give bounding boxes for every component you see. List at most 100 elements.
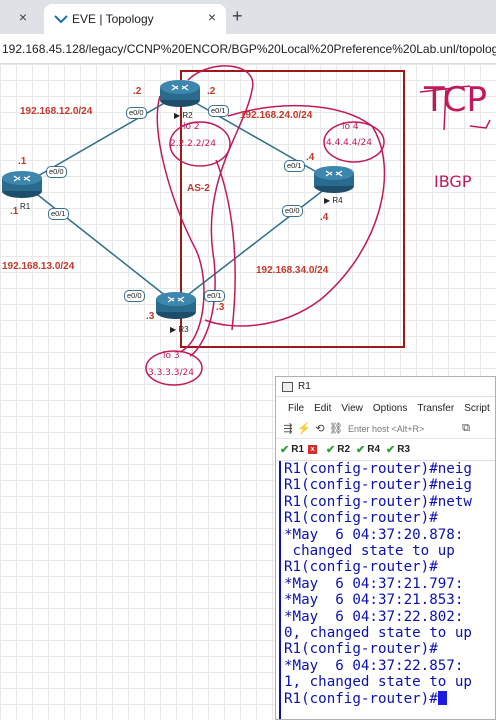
r3-node-name[interactable]: ▶ R3 [170, 325, 189, 334]
r4-host-dot: .4 [306, 152, 315, 163]
ink-lo4-name: lo 4 [342, 122, 359, 132]
terminal-line: R1(config-router)#neig [284, 477, 472, 494]
ink-ibgp: IBGP [434, 172, 472, 191]
terminal-window[interactable]: R1 File Edit View Options Transfer Scrip… [275, 376, 496, 720]
net-label-r2-r4: 192.168.24.0/24 [240, 110, 313, 121]
menu-view[interactable]: View [341, 403, 363, 414]
session-tab-r4[interactable]: ✔ R4 [356, 443, 380, 456]
r1-host-dot: .1 [18, 156, 27, 167]
close-session-icon[interactable]: x [308, 445, 318, 454]
terminal-line: R1(config-router)# [284, 510, 438, 527]
ink-lo4-addr: 4.4.4.4/24 [326, 138, 372, 148]
r1-node-name[interactable]: R1 [20, 202, 30, 211]
port-r1-e01[interactable]: e0/1 [48, 208, 69, 220]
connected-check-icon: ✔ [326, 444, 336, 456]
terminal-line: changed state to up [284, 543, 455, 560]
close-tab-icon[interactable]: × [14, 8, 32, 26]
menu-script[interactable]: Script [464, 403, 490, 414]
connected-check-icon: ✔ [356, 444, 366, 456]
port-r3-e01[interactable]: e0/1 [204, 290, 225, 302]
r2-host-dot: .2 [133, 86, 142, 97]
net-label-r1-r2: 192.168.12.0/24 [20, 106, 93, 117]
terminal-app-icon [282, 382, 293, 392]
address-bar[interactable]: 192.168.45.128/legacy/CCNP%20ENCOR/BGP%2… [0, 34, 496, 64]
terminal-title: R1 [298, 381, 311, 392]
r2-node-label: R2 [182, 111, 193, 120]
session-tab-r2[interactable]: ✔ R2 [326, 443, 350, 456]
link-r2-r4 [179, 93, 335, 183]
session-tab-label: R1 [291, 444, 305, 455]
copy-icon[interactable]: ⧉ [458, 422, 474, 435]
menu-options[interactable]: Options [373, 403, 407, 414]
terminal-prompt-line: R1(config-router)# [284, 690, 495, 707]
r3-host-dot: .3 [146, 311, 155, 322]
router-r3-icon [156, 292, 196, 319]
ink-lo3-name: lo 3 [163, 351, 180, 361]
menu-edit[interactable]: Edit [314, 403, 331, 414]
session-tab-label: R3 [397, 444, 411, 455]
reconnect-icon[interactable]: ⟲ [312, 422, 328, 435]
new-tab-button[interactable]: + [232, 6, 243, 27]
r1-host-dot-2: .1 [10, 206, 19, 217]
connected-check-icon: ✔ [386, 444, 396, 456]
terminal-menu-bar: File Edit View Options Transfer Script [276, 397, 495, 419]
port-r2-e01[interactable]: e0/1 [208, 105, 229, 117]
session-tab-label: R2 [337, 444, 351, 455]
terminal-line: R1(config-router)# [284, 641, 438, 658]
connected-check-icon: ✔ [280, 444, 290, 456]
terminal-line: *May 6 04:37:21.797: [284, 575, 464, 592]
terminal-line: *May 6 04:37:21.853: [284, 592, 464, 609]
as-label: AS-2 [187, 183, 210, 194]
link-icon[interactable]: ⛓ [328, 422, 344, 435]
port-r3-e00[interactable]: e0/0 [124, 290, 145, 302]
ink-lo2-addr: 2.2.2.2/24 [170, 139, 216, 149]
connect-icon[interactable]: ⇶ [280, 422, 296, 435]
terminal-line: R1(config-router)# [284, 559, 438, 576]
terminal-line: R1(config-router)#netw [284, 493, 472, 510]
terminal-line: *May 6 04:37:22.802: [284, 608, 464, 625]
router-r4-icon [314, 166, 354, 193]
tab-title: EVE | Topology [72, 12, 154, 26]
session-tab-r1[interactable]: ✔ R1 x [280, 443, 320, 456]
quick-connect-icon[interactable]: ⚡ [296, 422, 312, 435]
terminal-line: 0, changed state to up [284, 625, 472, 642]
host-input[interactable]: Enter host <Alt+R> [348, 424, 458, 434]
port-r1-e00[interactable]: e0/0 [46, 166, 67, 178]
port-r2-e00[interactable]: e0/0 [126, 107, 147, 119]
ink-tcp: TCP [424, 80, 488, 120]
terminal-line: *May 6 04:37:22.857: [284, 657, 464, 674]
r3-host-dot-2: .3 [216, 302, 225, 313]
r2-host-dot-2: .2 [207, 86, 216, 97]
session-tab-r3[interactable]: ✔ R3 [386, 443, 410, 456]
url-text[interactable]: 192.168.45.128/legacy/CCNP%20ENCOR/BGP%2… [2, 42, 496, 56]
session-tab-label: R4 [367, 444, 381, 455]
r4-node-label: R4 [332, 196, 343, 205]
terminal-line: *May 6 04:37:20.878: [284, 526, 464, 543]
session-tabs: ✔ R1 x ✔ R2 ✔ R4 ✔ R3 [276, 439, 495, 461]
r4-node-name[interactable]: ▶ R4 [324, 196, 343, 205]
port-r4-e01[interactable]: e0/1 [284, 160, 305, 172]
ink-lo3-addr: 3.3.3.3/24 [148, 368, 194, 378]
port-r4-e00[interactable]: e0/0 [282, 205, 303, 217]
terminal-line: 1, changed state to up [284, 674, 472, 691]
menu-transfer[interactable]: Transfer [417, 403, 454, 414]
terminal-screen[interactable]: R1(config-router)#neig R1(config-router)#… [279, 461, 495, 719]
link-r1-r3 [23, 183, 177, 305]
terminal-cursor [437, 690, 447, 705]
r3-node-label: R3 [178, 325, 189, 334]
router-r2-icon [160, 80, 200, 107]
tab-close-icon[interactable]: × [208, 9, 216, 25]
terminal-line: R1(config-router)#neig [284, 461, 472, 477]
ink-lo2-name: lo 2 [183, 122, 200, 132]
terminal-title-bar: R1 [276, 377, 495, 397]
router-r1-icon [2, 171, 42, 198]
r4-host-dot-2: .4 [320, 212, 329, 223]
terminal-prompt: R1(config-router)# [284, 690, 438, 707]
browser-tab-bar: × EVE | Topology × + [0, 0, 496, 34]
net-label-r3-r4: 192.168.34.0/24 [256, 265, 329, 276]
menu-file[interactable]: File [288, 403, 304, 414]
r2-node-name[interactable]: ▶ R2 [174, 111, 193, 120]
tab-eve-topology[interactable]: EVE | Topology × [44, 4, 226, 34]
net-label-r1-r3: 192.168.13.0/24 [2, 261, 75, 272]
eve-favicon-icon [54, 15, 68, 24]
